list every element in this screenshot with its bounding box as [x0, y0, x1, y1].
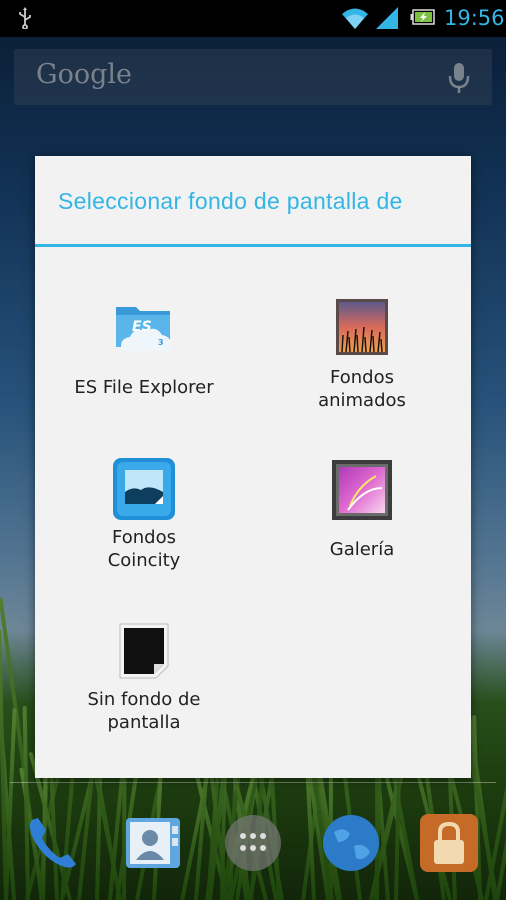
browser-icon[interactable]	[320, 812, 382, 874]
battery-charging-icon	[410, 9, 435, 25]
option-es-file-explorer[interactable]: ES 3 ES File Explorer	[35, 281, 253, 421]
lock-app-icon[interactable]	[418, 812, 480, 874]
option-label-line-1: Fondos	[330, 367, 394, 388]
coincity-wallpapers-icon	[113, 458, 175, 520]
svg-text:3: 3	[158, 338, 164, 347]
dock	[0, 782, 506, 900]
option-coincity-wallpapers[interactable]: Fondos Coincity	[35, 448, 253, 588]
option-label-line-2: Coincity	[107, 550, 181, 571]
option-label-line-2: pantalla	[107, 712, 181, 733]
wallpaper-chooser-dialog: Seleccionar fondo de pantalla de ES 3 ES…	[35, 156, 471, 778]
signal-icon	[376, 7, 398, 29]
option-label-line-1: Fondos	[112, 527, 176, 548]
live-wallpapers-icon	[336, 299, 388, 355]
svg-text:ES: ES	[132, 319, 152, 335]
clock: 19:56	[444, 6, 505, 30]
option-label-line-1: Sin fondo de	[87, 689, 201, 710]
title-divider	[35, 244, 471, 247]
usb-icon	[19, 7, 31, 29]
option-label-line-2: animados	[318, 390, 406, 411]
status-bar: 19:56	[0, 0, 506, 37]
app-drawer-icon[interactable]	[222, 812, 284, 874]
dock-divider	[10, 782, 496, 783]
wifi-icon	[342, 8, 368, 29]
contacts-icon[interactable]	[122, 812, 184, 874]
option-label: Galería	[329, 539, 395, 560]
gallery-icon	[332, 460, 392, 520]
dialog-title: Seleccionar fondo de pantalla de	[58, 188, 403, 214]
option-gallery[interactable]: Galería	[253, 448, 471, 588]
es-file-explorer-icon: ES 3	[116, 307, 171, 351]
phone-icon[interactable]	[22, 812, 84, 874]
option-label: ES File Explorer	[74, 377, 214, 398]
option-no-wallpaper[interactable]: Sin fondo de pantalla	[35, 616, 253, 756]
option-live-wallpapers[interactable]: Fondos animados	[253, 281, 471, 421]
no-wallpaper-icon	[119, 623, 169, 679]
